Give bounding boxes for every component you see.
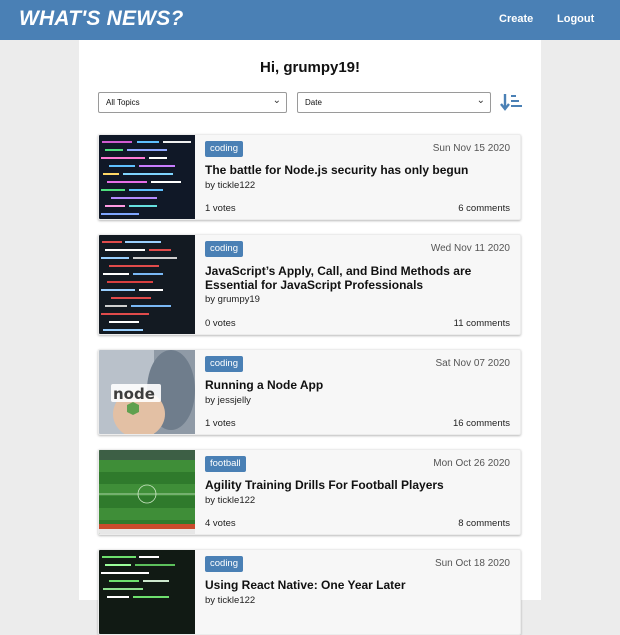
app-logo[interactable]: WHAT'S NEWS?: [19, 7, 183, 31]
article-date: Wed Nov 11 2020: [430, 243, 510, 254]
article-thumbnail: [99, 135, 195, 219]
article-votes: 4 votes: [205, 518, 236, 529]
article-title[interactable]: JavaScript’s Apply, Call, and Bind Metho…: [205, 264, 513, 292]
topic-filter-value: All Topics: [106, 98, 140, 107]
article-card[interactable]: coding Sun Nov 15 2020 The battle for No…: [98, 134, 521, 220]
top-nav-bar: WHAT'S NEWS? Create Logout: [0, 0, 620, 40]
sort-by-select[interactable]: Date ⌄: [297, 92, 491, 113]
article-author: by tickle122: [205, 180, 256, 191]
article-votes: 1 votes: [205, 203, 236, 214]
topic-badge[interactable]: coding: [205, 141, 243, 157]
article-comments: 6 comments: [458, 203, 510, 214]
article-title[interactable]: Running a Node App: [205, 378, 513, 392]
article-comments: 16 comments: [452, 418, 510, 429]
article-author: by tickle122: [205, 595, 256, 606]
topic-badge[interactable]: coding: [205, 241, 243, 257]
chevron-down-icon: ⌄: [272, 95, 281, 106]
chevron-down-icon: ⌄: [476, 95, 485, 106]
topic-badge[interactable]: football: [205, 456, 246, 472]
sort-by-value: Date: [305, 98, 322, 107]
topic-badge[interactable]: coding: [205, 556, 243, 572]
article-card[interactable]: coding Sun Oct 18 2020 Using React Nativ…: [98, 549, 521, 635]
main-panel: Hi, grumpy19! All Topics ⌄ Date ⌄ coding…: [79, 40, 541, 635]
article-thumbnail: [99, 450, 195, 534]
article-date: Mon Oct 26 2020: [433, 458, 510, 469]
topic-badge[interactable]: coding: [205, 356, 243, 372]
article-date: Sun Nov 15 2020: [432, 143, 510, 154]
article-date: Sun Oct 18 2020: [434, 558, 510, 569]
article-votes: 0 votes: [205, 318, 236, 329]
svg-text:node: node: [113, 385, 155, 403]
article-title[interactable]: Using React Native: One Year Later: [205, 578, 513, 592]
article-card[interactable]: coding Wed Nov 11 2020 JavaScript’s Appl…: [98, 234, 521, 335]
sort-descending-icon[interactable]: [500, 92, 524, 112]
article-card[interactable]: football Mon Oct 26 2020 Agility Trainin…: [98, 449, 521, 535]
article-author: by grumpy19: [205, 294, 260, 305]
create-link[interactable]: Create: [499, 13, 533, 25]
article-thumbnail: [99, 550, 195, 634]
article-votes: 1 votes: [205, 418, 236, 429]
article-comments: 11 comments: [453, 318, 510, 329]
topic-filter-select[interactable]: All Topics ⌄: [98, 92, 287, 113]
greeting-heading: Hi, grumpy19!: [259, 59, 361, 76]
article-title[interactable]: The battle for Node.js security has only…: [205, 163, 513, 177]
logout-link[interactable]: Logout: [557, 13, 594, 25]
article-thumbnail: [99, 235, 195, 334]
article-author: by tickle122: [205, 495, 256, 506]
article-author: by jessjelly: [205, 395, 251, 406]
article-title[interactable]: Agility Training Drills For Football Pla…: [205, 478, 513, 492]
article-card[interactable]: node coding Sat Nov 07 2020 Running a No…: [98, 349, 521, 435]
article-comments: 8 comments: [458, 518, 510, 529]
article-date: Sat Nov 07 2020: [435, 358, 511, 369]
article-thumbnail: node: [99, 350, 195, 434]
